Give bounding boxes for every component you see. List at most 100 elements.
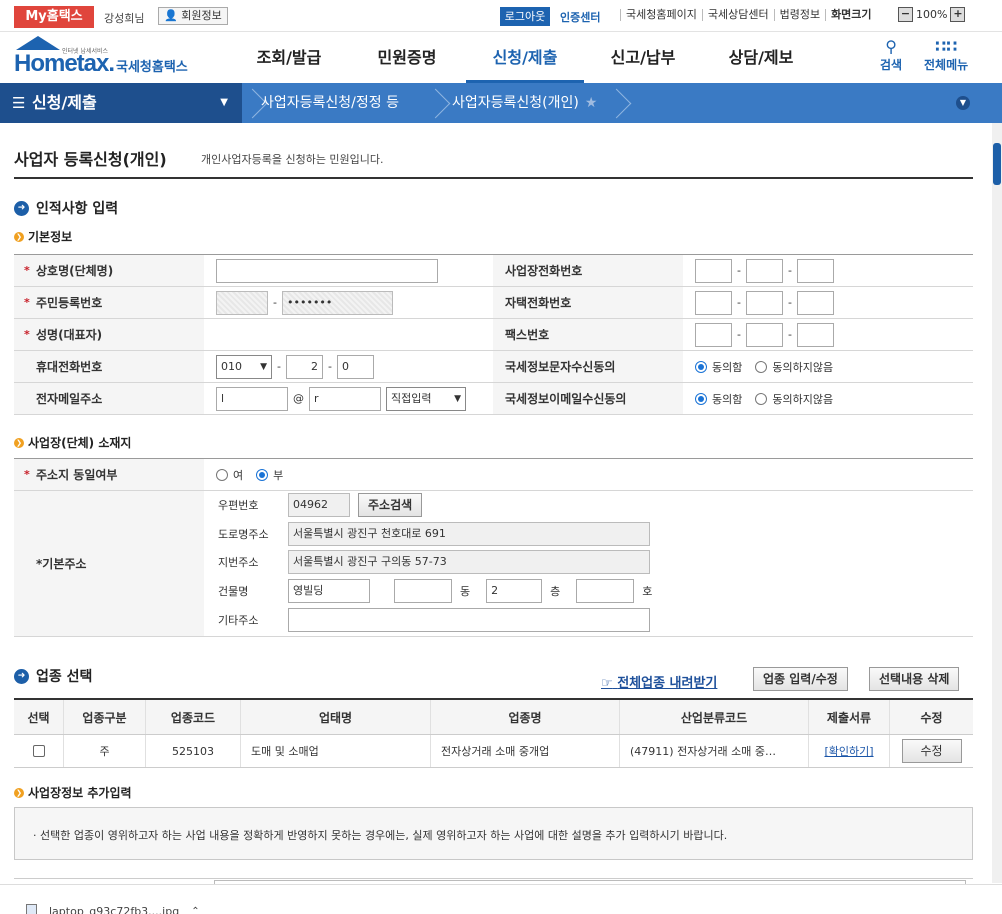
rep-name-label: * 성명(대표자) [14,319,204,350]
table-row: 주 525103 도매 및 소매업 전자상거래 소매 중개업 (47911) 전… [14,735,973,768]
delete-selection-button[interactable]: 선택내용 삭제 [869,667,960,691]
same-address-cell: 여 부 [204,459,973,490]
nav-application[interactable]: 신청/제출 [466,32,584,83]
nav-report-pay[interactable]: 신고/납부 [584,32,702,83]
biz-phone-1[interactable] [695,258,732,283]
row-checkbox[interactable] [32,745,45,757]
zoom-out-button[interactable]: − [898,7,913,22]
hometax-logo[interactable]: 인터넷 납세서비스 Hometax. 국세청홈택스 [14,36,194,78]
site-header: 인터넷 납세서비스 Hometax. 국세청홈택스 조회/발급 민원증명 신청/… [0,32,1002,83]
home-phone-3[interactable] [796,290,834,315]
sms-agree-radio[interactable] [695,360,707,373]
biz-type-cell: 도매 및 소매업 [241,735,431,767]
floor-input[interactable]: 2 [486,579,543,603]
biz-phone-2[interactable] [745,258,783,283]
form-row: * 기본주소 우편번호 04962 주소검색 도로명주소 서울특별시 광진구 천호… [14,491,973,637]
breadcrumb-level-2[interactable]: 사업자등록신청(개인) ★ [452,83,597,123]
nav-consult[interactable]: 상담/제보 [702,32,820,83]
road-label: 도로명주소 [218,528,269,541]
personal-section-title: 인적사항 입력 [36,201,119,217]
email-id-input[interactable]: l [216,386,288,411]
row-edit-button[interactable]: 수정 [901,739,962,763]
chevron-up-icon[interactable]: ⌃ [191,906,199,914]
chevron-down-icon: ▼ [454,393,461,404]
fax-2[interactable] [745,322,783,347]
caret-down-icon: ▼ [220,97,228,108]
download-item[interactable]: laptop_g93c72fb3....jpg ⌃ [26,904,200,914]
biz-phone-3[interactable] [796,258,834,283]
trade-name-label: * 상호명(단체명) [14,255,204,286]
extra-notice: · 선택한 업종이 영위하고자 하는 사업 내용을 정확하게 반영하지 못하는 … [14,807,973,860]
page-title: 사업자 등록신청(개인) [14,150,167,169]
breadcrumb-level-1[interactable]: 사업자등록신청/정정 등 [261,83,399,123]
trade-name-input[interactable] [216,258,438,283]
nav-inquiry[interactable]: 조회/발급 [230,32,348,83]
scrollbar-thumb[interactable] [993,143,1001,185]
location-table: * 주소지 동일여부 여 부 * 기본주소 우편번호 04962 주소검색 도로명주… [14,458,973,637]
law-info-link[interactable]: 법령정보 [773,9,825,21]
dash: - [787,264,792,277]
col-select: 선택 [14,700,64,734]
all-menu-tool[interactable]: ∷∷ 전체메뉴 [924,38,968,73]
cert-center-link[interactable]: 인증센터 [560,9,600,25]
logout-button[interactable]: 로그아웃 [500,7,550,26]
nts-homepage-link[interactable]: 국세청홈페이지 [620,9,702,21]
sms-disagree-radio[interactable] [755,360,768,373]
star-icon[interactable]: ★ [585,95,598,111]
member-info-button[interactable]: 👤 회원정보 [158,7,228,25]
mobile-prefix-select[interactable]: 010 ▼ [216,354,272,379]
location-home-dropdown[interactable]: ☰ 신청/제출 ▼ [0,83,242,123]
person-icon: 👤 [164,9,178,22]
nts-counsel-link[interactable]: 국세상담센터 [701,9,774,21]
personal-section-header: ➜ 인적사항 입력 [14,198,118,218]
same-yes-radio[interactable] [216,468,228,481]
location-section-header: ❯ 사업장(단체) 소재지 [14,434,131,451]
form-row: * 주소지 동일여부 여 부 [14,459,973,491]
base-address-label-text: 기본주소 [42,557,87,571]
location-bar: ☰ 신청/제출 ▼ 사업자등록신청/정정 등 사업자등록신청(개인) ★ ▼ [0,83,1002,123]
zoom-in-button[interactable]: + [950,7,966,22]
home-phone-cell: - - [683,287,973,318]
chevron-separator-icon [242,83,256,123]
chevron-down-icon[interactable]: ▼ [956,96,970,110]
other-label: 기타주소 [218,614,259,627]
sms-consent-cell: 동의함 동의하지않음 [683,351,973,382]
zip-input: 04962 [288,493,350,517]
fax-3[interactable] [796,322,834,347]
address-search-button[interactable]: 주소검색 [358,493,423,517]
fax-1[interactable] [695,322,732,347]
building-name-input[interactable]: 영빌딩 [288,579,370,603]
same-no-radio[interactable] [256,468,269,481]
email-disagree-radio[interactable] [755,392,768,405]
utility-links: 국세청홈페이지 국세상담센터 법령정보 화면크기 [620,9,877,21]
docs-cell: [확인하기] [809,735,890,767]
zoom-value: 100% [916,8,948,21]
email-agree-radio[interactable] [695,392,707,405]
main-nav: 조회/발급 민원증명 신청/제출 신고/납부 상담/제보 [230,32,820,83]
email-domain-select-value: 직접입력 [391,391,432,405]
confirm-docs-link[interactable]: [확인하기] [824,743,873,759]
mobile-last-input[interactable]: 0 [336,354,374,379]
rrn-back-input: ••••••• [281,290,393,315]
code-cell: 525103 [146,735,241,767]
mobile-mid-input[interactable]: 2 [285,354,323,379]
dong-unit: 동 [460,585,471,598]
home-phone-label: 자택전화번호 [493,287,683,318]
download-industries-link[interactable]: ☞ 전체업종 내려받기 [601,672,717,691]
dong-input[interactable] [394,579,452,603]
home-phone-2[interactable] [745,290,783,315]
page-scrollbar[interactable] [992,123,1002,883]
search-tool[interactable]: ⚲ 검색 [880,38,902,73]
my-hometax-button[interactable]: My홈택스 [14,6,94,28]
email-domain-select[interactable]: 직접입력 ▼ [386,386,466,411]
other-address-input[interactable] [288,608,650,632]
nav-certificate[interactable]: 민원증명 [348,32,466,83]
zip-label: 우편번호 [218,499,259,512]
home-phone-1[interactable] [695,290,732,315]
col-ksic: 산업분류코드 [620,700,809,734]
rrn-label: * 주민등록번호 [14,287,204,318]
ho-input[interactable] [576,579,635,603]
industry-edit-button[interactable]: 업종 입력/수정 [753,667,848,691]
sms-disagree-label: 동의하지않음 [772,360,834,374]
email-domain-input[interactable]: r [309,386,381,411]
